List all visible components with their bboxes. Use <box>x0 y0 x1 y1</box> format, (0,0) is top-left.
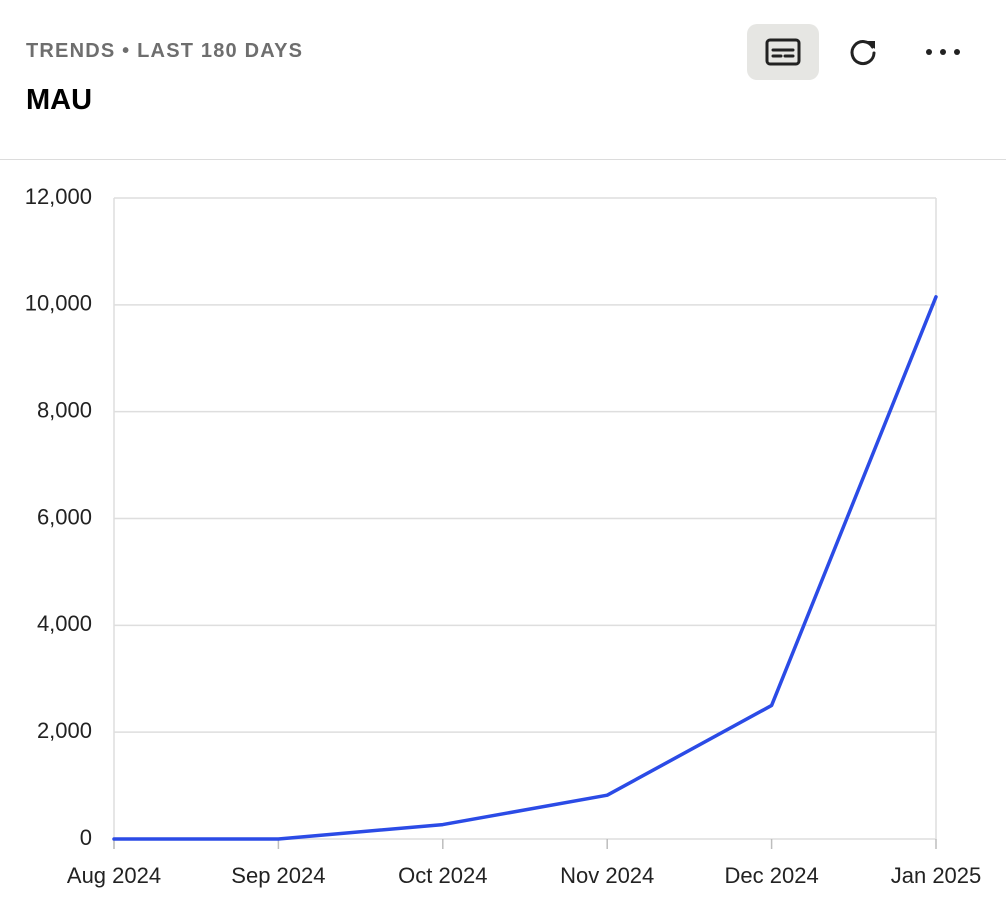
y-tick-label: 6,000 <box>37 504 92 529</box>
line-chart: 0 2,000 4,000 6,000 8,000 10,000 12,000 Aug 202… <box>25 184 982 888</box>
y-tick-label: 4,000 <box>37 611 92 636</box>
series-line <box>112 295 938 841</box>
subtitles-icon <box>765 38 801 66</box>
more-horizontal-icon <box>926 49 960 55</box>
chart-title: MAU <box>26 84 93 116</box>
toggle-legend-button[interactable] <box>747 24 819 80</box>
y-tick-label: 0 <box>80 825 92 850</box>
y-tick-label: 8,000 <box>37 397 92 422</box>
x-tick-label: Nov 2024 <box>560 863 654 888</box>
x-tick-label: Sep 2024 <box>231 863 325 888</box>
chart-area: 0 2,000 4,000 6,000 8,000 10,000 12,000 Aug 202… <box>0 160 1006 916</box>
y-tick-label: 12,000 <box>25 184 92 209</box>
more-options-button[interactable] <box>907 24 979 80</box>
chart-subtitle: TRENDS • LAST 180 DAYS <box>26 40 304 62</box>
x-tick-label: Oct 2024 <box>398 863 487 888</box>
refresh-icon <box>850 40 876 66</box>
x-tick-label: Dec 2024 <box>725 863 819 888</box>
y-tick-label: 2,000 <box>37 718 92 743</box>
x-tick-label: Jan 2025 <box>891 863 982 888</box>
y-tick-label: 10,000 <box>25 291 92 316</box>
refresh-button[interactable] <box>827 24 899 80</box>
x-tick-label: Aug 2024 <box>67 863 161 888</box>
chart-header: TRENDS • LAST 180 DAYS MAU <box>0 0 1006 160</box>
